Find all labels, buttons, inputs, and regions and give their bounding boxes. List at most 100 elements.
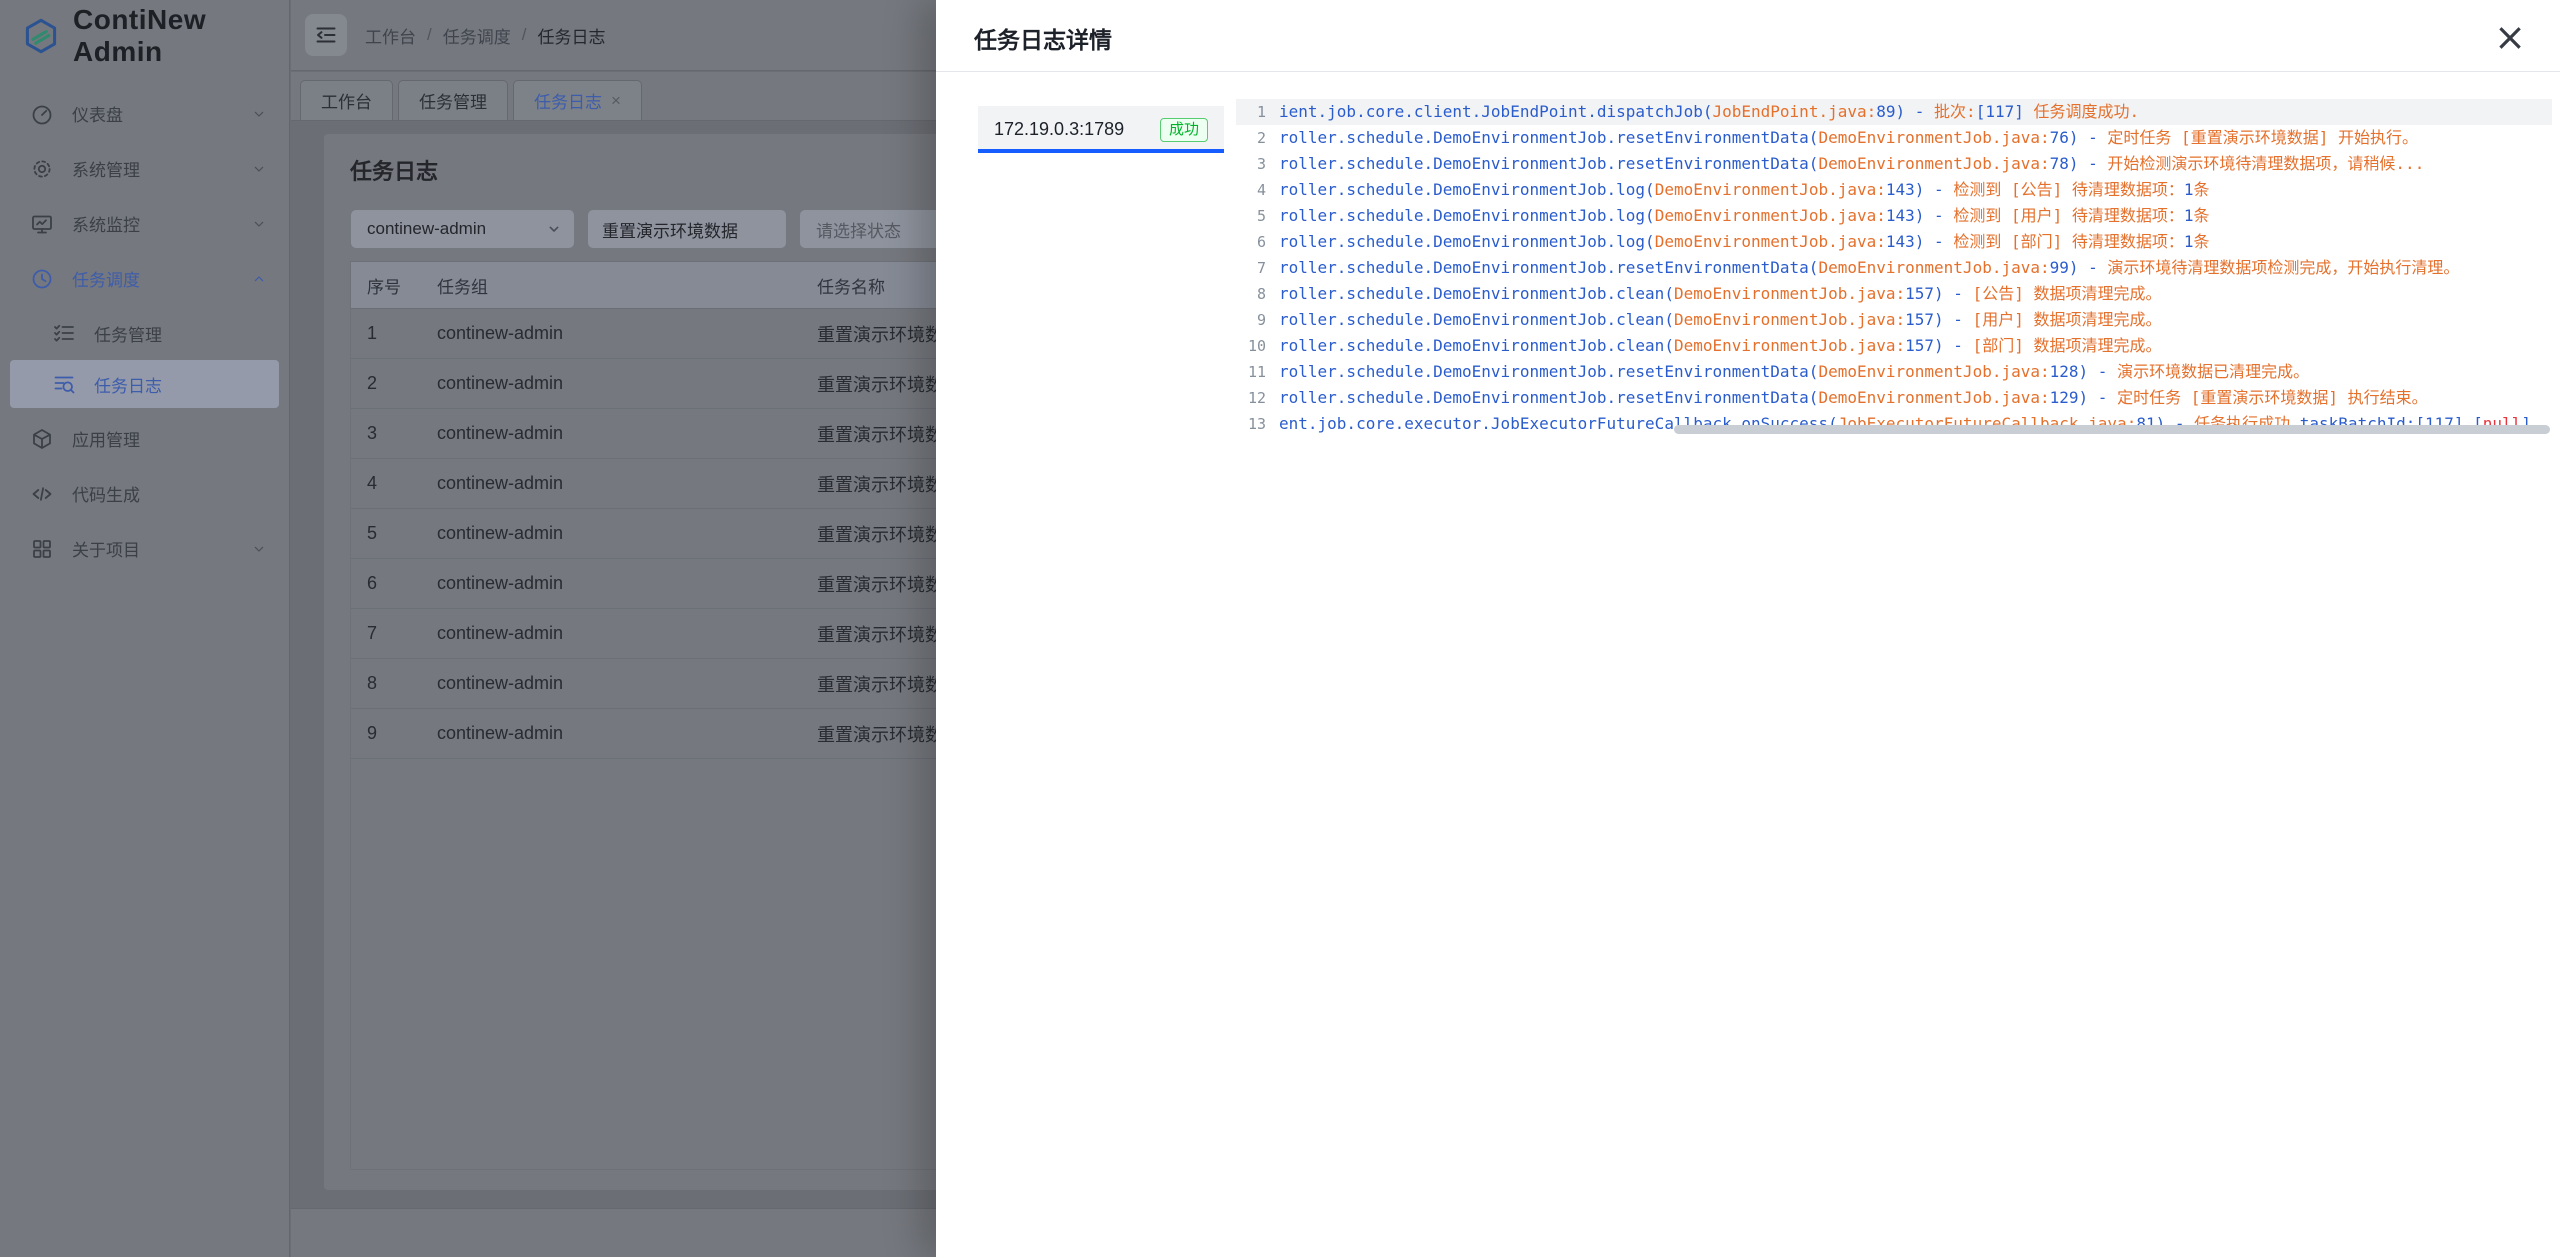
log-segment: roller.schedule.DemoEnvironmentJob.reset… [1279,362,1818,381]
log-segment: DemoEnvironmentJob.java: [1674,336,1905,355]
log-segment: 89) - [1876,102,1934,121]
log-line: 5 roller.schedule.DemoEnvironmentJob.log… [1236,203,2552,229]
log-segment: DemoEnvironmentJob.java: [1818,128,2049,147]
log-segment: [公告] 数据项清理完成。 [1973,284,2162,303]
log-line: 1 ient.job.core.client.JobEndPoint.dispa… [1236,99,2552,125]
log-line: 6 roller.schedule.DemoEnvironmentJob.log… [1236,229,2552,255]
instance-tab[interactable]: 172.19.0.3:1789 成功 [978,106,1224,153]
log-segment: 定时任务 [重置演示环境数据] 开始执行。 [2107,128,2418,147]
log-line-number: 3 [1236,151,1279,177]
instance-address: 172.19.0.3:1789 [994,119,1124,140]
log-line: 11 roller.schedule.DemoEnvironmentJob.re… [1236,359,2552,385]
close-icon[interactable]: × [2488,12,2532,62]
log-segment: DemoEnvironmentJob.java: [1655,180,1886,199]
app-root: ContiNew Admin 仪表盘 系统管理 系统监控 任务调度 任务管理 任… [0,0,2560,1257]
log-segment: 演示环境数据已清理完成。 [2117,362,2309,381]
log-line-number: 9 [1236,307,1279,333]
log-segment: 76) - [2050,128,2108,147]
log-line-text: roller.schedule.DemoEnvironmentJob.clean… [1279,307,2161,333]
log-segment: 开始检测演示环境待清理数据项，请稍候... [2107,154,2424,173]
log-segment: 定时任务 [重置演示环境数据] 执行结束。 [2117,388,2428,407]
log-segment: 检测到 [公告] 待清理数据项： [1953,180,2184,199]
log-segment: 143) - [1886,206,1953,225]
log-line-text: roller.schedule.DemoEnvironmentJob.reset… [1279,151,2424,177]
log-segment: DemoEnvironmentJob.java: [1655,232,1886,251]
drawer-title: 任务日志详情 [974,21,1112,55]
log-segment: 批次: [1934,102,1976,121]
log-line-number: 5 [1236,203,1279,229]
log-line: 2 roller.schedule.DemoEnvironmentJob.res… [1236,125,2552,151]
log-segment: DemoEnvironmentJob.java: [1818,362,2049,381]
log-segment: 1 [2184,206,2194,225]
log-line-number: 1 [1236,99,1279,125]
log-line: 8 roller.schedule.DemoEnvironmentJob.cle… [1236,281,2552,307]
log-viewer[interactable]: 1 ient.job.core.client.JobEndPoint.dispa… [1236,99,2552,437]
log-segment: 1 [2184,232,2194,251]
log-segment: DemoEnvironmentJob.java: [1674,284,1905,303]
drawer-header-divider [936,71,2560,72]
log-segment: 条 [2194,232,2210,251]
log-line-text: roller.schedule.DemoEnvironmentJob.clean… [1279,281,2161,307]
log-segment: roller.schedule.DemoEnvironmentJob.clean… [1279,336,1674,355]
log-segment: DemoEnvironmentJob.java: [1674,310,1905,329]
log-segment: 演示环境待清理数据项检测完成，开始执行清理。 [2107,258,2459,277]
log-segment: DemoEnvironmentJob.java: [1655,206,1886,225]
log-segment: 78) - [2050,154,2108,173]
log-segment: DemoEnvironmentJob.java: [1818,258,2049,277]
log-segment: [117] [1976,102,2024,121]
log-segment: 条 [2194,180,2210,199]
log-segment: ient.job.core.client.JobEndPoint.dispatc… [1279,102,1712,121]
log-line: 10 roller.schedule.DemoEnvironmentJob.cl… [1236,333,2552,359]
log-line-number: 11 [1236,359,1279,385]
log-line-text: roller.schedule.DemoEnvironmentJob.reset… [1279,255,2459,281]
log-segment: DemoEnvironmentJob.java: [1818,388,2049,407]
log-segment: roller.schedule.DemoEnvironmentJob.clean… [1279,310,1674,329]
log-segment: 任务调度成功. [2024,102,2139,121]
log-line-text: roller.schedule.DemoEnvironmentJob.log(D… [1279,203,2210,229]
log-line: 9 roller.schedule.DemoEnvironmentJob.cle… [1236,307,2552,333]
log-segment: 157) - [1905,310,1972,329]
log-line-number: 13 [1236,411,1279,437]
log-segment: roller.schedule.DemoEnvironmentJob.reset… [1279,258,1818,277]
log-segment: 157) - [1905,284,1972,303]
log-segment: roller.schedule.DemoEnvironmentJob.reset… [1279,154,1818,173]
log-line-number: 12 [1236,385,1279,411]
log-segment: roller.schedule.DemoEnvironmentJob.log( [1279,232,1655,251]
log-segment: 143) - [1886,180,1953,199]
log-line-number: 6 [1236,229,1279,255]
log-line-text: roller.schedule.DemoEnvironmentJob.log(D… [1279,177,2210,203]
log-segment: DemoEnvironmentJob.java: [1818,154,2049,173]
log-segment: 129) - [2050,388,2117,407]
log-line-number: 10 [1236,333,1279,359]
log-segment: roller.schedule.DemoEnvironmentJob.log( [1279,206,1655,225]
log-line: 7 roller.schedule.DemoEnvironmentJob.res… [1236,255,2552,281]
log-segment: 143) - [1886,232,1953,251]
log-line-number: 4 [1236,177,1279,203]
log-line-text: roller.schedule.DemoEnvironmentJob.reset… [1279,125,2418,151]
drawer-mask[interactable] [0,0,936,1257]
task-log-detail-drawer: 任务日志详情 × 172.19.0.3:1789 成功 1 ient.job.c… [936,0,2560,1257]
log-segment: 1 [2184,180,2194,199]
log-line-text: roller.schedule.DemoEnvironmentJob.clean… [1279,333,2161,359]
log-line: 4 roller.schedule.DemoEnvironmentJob.log… [1236,177,2552,203]
log-segment: [用户] 数据项清理完成。 [1973,310,2162,329]
log-line-text: roller.schedule.DemoEnvironmentJob.reset… [1279,385,2428,411]
log-line-text: roller.schedule.DemoEnvironmentJob.reset… [1279,359,2309,385]
log-segment: roller.schedule.DemoEnvironmentJob.clean… [1279,284,1674,303]
log-segment: roller.schedule.DemoEnvironmentJob.log( [1279,180,1655,199]
log-segment: 检测到 [用户] 待清理数据项： [1953,206,2184,225]
log-line: 12 roller.schedule.DemoEnvironmentJob.re… [1236,385,2552,411]
log-line-text: roller.schedule.DemoEnvironmentJob.log(D… [1279,229,2210,255]
log-segment: 检测到 [部门] 待清理数据项： [1953,232,2184,251]
log-segment: [部门] 数据项清理完成。 [1973,336,2162,355]
log-segment: 条 [2194,206,2210,225]
log-segment: roller.schedule.DemoEnvironmentJob.reset… [1279,128,1818,147]
status-badge: 成功 [1160,118,1208,142]
log-line-number: 8 [1236,281,1279,307]
log-line-number: 7 [1236,255,1279,281]
horizontal-scrollbar[interactable] [1674,425,2550,434]
log-segment: 157) - [1905,336,1972,355]
log-line-text: ient.job.core.client.JobEndPoint.dispatc… [1279,99,2139,125]
log-segment: JobEndPoint.java: [1712,102,1876,121]
log-line: 3 roller.schedule.DemoEnvironmentJob.res… [1236,151,2552,177]
